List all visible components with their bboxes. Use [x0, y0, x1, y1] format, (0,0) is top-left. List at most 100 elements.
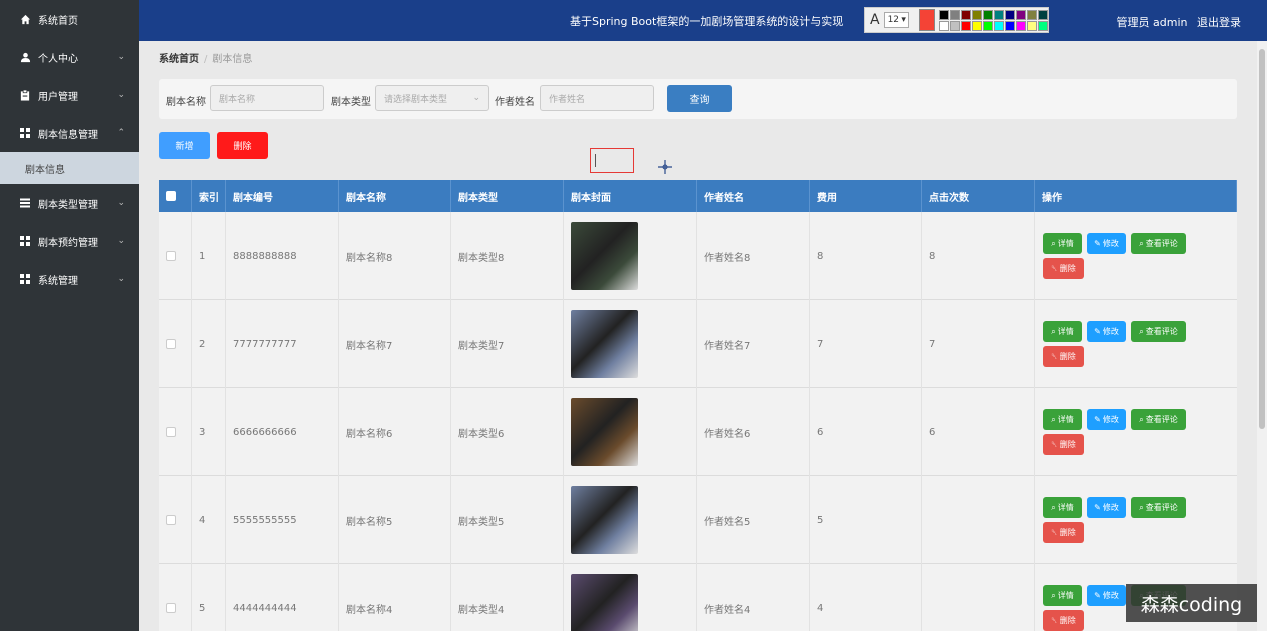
script-name-label: 剧本名称 [166, 97, 206, 108]
palette-swatch[interactable] [950, 9, 960, 20]
delete-button[interactable]: ␡ 删除 [1043, 258, 1084, 279]
delete-button[interactable]: ␡ 删除 [1043, 522, 1084, 543]
script-type-select[interactable]: 请选择剧本类型 ⌄ [375, 85, 489, 111]
button-label: 删除 [1059, 352, 1076, 361]
code-cell: 7777777777 [226, 300, 339, 388]
clicks-header: 点击次数 [922, 180, 1035, 212]
annotation-toolbar: A 12 ▾ [864, 7, 1049, 33]
row-checkbox[interactable] [159, 476, 192, 564]
script-type-placeholder: 请选择剧本类型 [384, 94, 448, 105]
delete-button[interactable]: ␡ 删除 [1043, 434, 1084, 455]
current-color-swatch[interactable] [918, 9, 935, 31]
palette-swatch[interactable] [961, 9, 971, 20]
palette-swatch[interactable] [1027, 20, 1037, 31]
palette-swatch[interactable] [1005, 20, 1015, 31]
row-checkbox[interactable] [159, 212, 192, 300]
button-label: 修改 [1102, 239, 1119, 248]
row-checkbox[interactable] [159, 300, 192, 388]
detail-button[interactable]: ⌕ 详情 [1043, 233, 1082, 254]
edit-button[interactable]: ✎ 修改 [1087, 585, 1126, 606]
palette-swatch[interactable] [1038, 20, 1048, 31]
sidebar-subitem-script-info[interactable]: 剧本信息 [0, 152, 139, 184]
font-icon[interactable]: A [870, 12, 880, 28]
edit-button[interactable]: ✎ 修改 [1087, 233, 1126, 254]
query-button[interactable]: 查询 [667, 85, 732, 112]
palette-swatch[interactable] [983, 20, 993, 31]
view-comments-button[interactable]: ⌕查看评论 [1131, 409, 1186, 430]
palette-swatch[interactable] [1005, 9, 1015, 20]
checkbox[interactable] [166, 427, 176, 437]
detail-button[interactable]: ⌕ 详情 [1043, 497, 1082, 518]
clicks-cell: 6 [922, 388, 1035, 476]
chevron-down-icon: ⌄ [472, 93, 480, 103]
detail-button[interactable]: ⌕ 详情 [1043, 409, 1082, 430]
palette-swatch[interactable] [1016, 9, 1026, 20]
row-checkbox[interactable] [159, 564, 192, 631]
delete-button[interactable]: ␡ 删除 [1043, 346, 1084, 367]
cover-cell [564, 212, 697, 300]
edit-button[interactable]: ✎ 修改 [1087, 321, 1126, 342]
font-size-select[interactable]: 12 ▾ [883, 12, 909, 28]
cover-cell [564, 564, 697, 631]
checkbox[interactable] [166, 603, 176, 613]
sidebar-item-script-info[interactable]: 剧本信息管理 ⌃ [0, 114, 139, 152]
scrollbar-thumb[interactable] [1259, 49, 1265, 429]
edit-button[interactable]: ✎ 修改 [1087, 409, 1126, 430]
sidebar-item-reservation[interactable]: 剧本预约管理 ⌄ [0, 222, 139, 260]
checkbox[interactable] [166, 251, 176, 261]
name-cell: 剧本名称4 [339, 564, 451, 631]
palette-swatch[interactable] [972, 20, 982, 31]
checkbox[interactable] [166, 191, 176, 201]
cover-image [571, 486, 638, 554]
admin-label: 管理员 admin [1116, 16, 1188, 29]
view-comments-button[interactable]: ⌕查看评论 [1131, 497, 1186, 518]
type-cell: 剧本类型8 [451, 212, 564, 300]
detail-button[interactable]: ⌕ 详情 [1043, 585, 1082, 606]
sidebar-item-label: 剧本信息管理 [38, 129, 98, 141]
sidebar-item-script-type[interactable]: 剧本类型管理 ⌄ [0, 184, 139, 222]
palette-swatch[interactable] [1038, 9, 1048, 20]
sidebar-item-personal[interactable]: 个人中心 ⌄ [0, 38, 139, 76]
sidebar-item-home[interactable]: 系统首页 [0, 0, 139, 38]
edit-button[interactable]: ✎ 修改 [1087, 497, 1126, 518]
type-cell: 剧本类型7 [451, 300, 564, 388]
breadcrumb-home[interactable]: 系统首页 [159, 54, 199, 65]
batch-delete-button[interactable]: 删除 [217, 132, 268, 159]
add-button[interactable]: 新增 [159, 132, 210, 159]
checkbox[interactable] [166, 515, 176, 525]
palette-swatch[interactable] [1027, 9, 1037, 20]
button-label: 查看评论 [1145, 239, 1178, 248]
palette-swatch[interactable] [961, 20, 971, 31]
code-cell: 8888888888 [226, 212, 339, 300]
palette-swatch[interactable] [1016, 20, 1026, 31]
chevron-down-icon: ▾ [901, 15, 906, 25]
menu-icon [19, 197, 31, 209]
logout-link[interactable]: 退出登录 [1197, 16, 1241, 29]
palette-swatch[interactable] [939, 9, 949, 20]
row-checkbox[interactable] [159, 388, 192, 476]
palette-swatch[interactable] [994, 20, 1004, 31]
view-comments-button[interactable]: ⌕查看评论 [1131, 321, 1186, 342]
chevron-down-icon: ⌄ [117, 90, 125, 100]
palette-swatch[interactable] [983, 9, 993, 20]
script-name-input[interactable]: 剧本名称 [210, 85, 324, 111]
palette-swatch[interactable] [950, 20, 960, 31]
text-annotation-box[interactable] [590, 148, 634, 173]
palette-swatch[interactable] [972, 9, 982, 20]
view-comments-button[interactable]: ⌕查看评论 [1131, 233, 1186, 254]
delete-button[interactable]: ␡ 删除 [1043, 610, 1084, 631]
palette-swatch[interactable] [939, 20, 949, 31]
checkbox[interactable] [166, 339, 176, 349]
detail-icon: ⌕ [1051, 414, 1056, 424]
sidebar-item-label: 系统管理 [38, 275, 78, 287]
palette-swatch[interactable] [994, 9, 1004, 20]
view-comments-icon: ⌕ [1139, 238, 1144, 248]
select-all-checkbox[interactable] [159, 180, 192, 212]
watermark: 森森coding [1126, 584, 1257, 622]
page-scrollbar[interactable] [1257, 41, 1267, 631]
delete-icon: ␡ [1051, 439, 1058, 449]
author-name-input[interactable]: 作者姓名 [540, 85, 654, 111]
detail-button[interactable]: ⌕ 详情 [1043, 321, 1082, 342]
sidebar-item-users[interactable]: 用户管理 ⌄ [0, 76, 139, 114]
sidebar-item-system[interactable]: 系统管理 ⌄ [0, 260, 139, 298]
